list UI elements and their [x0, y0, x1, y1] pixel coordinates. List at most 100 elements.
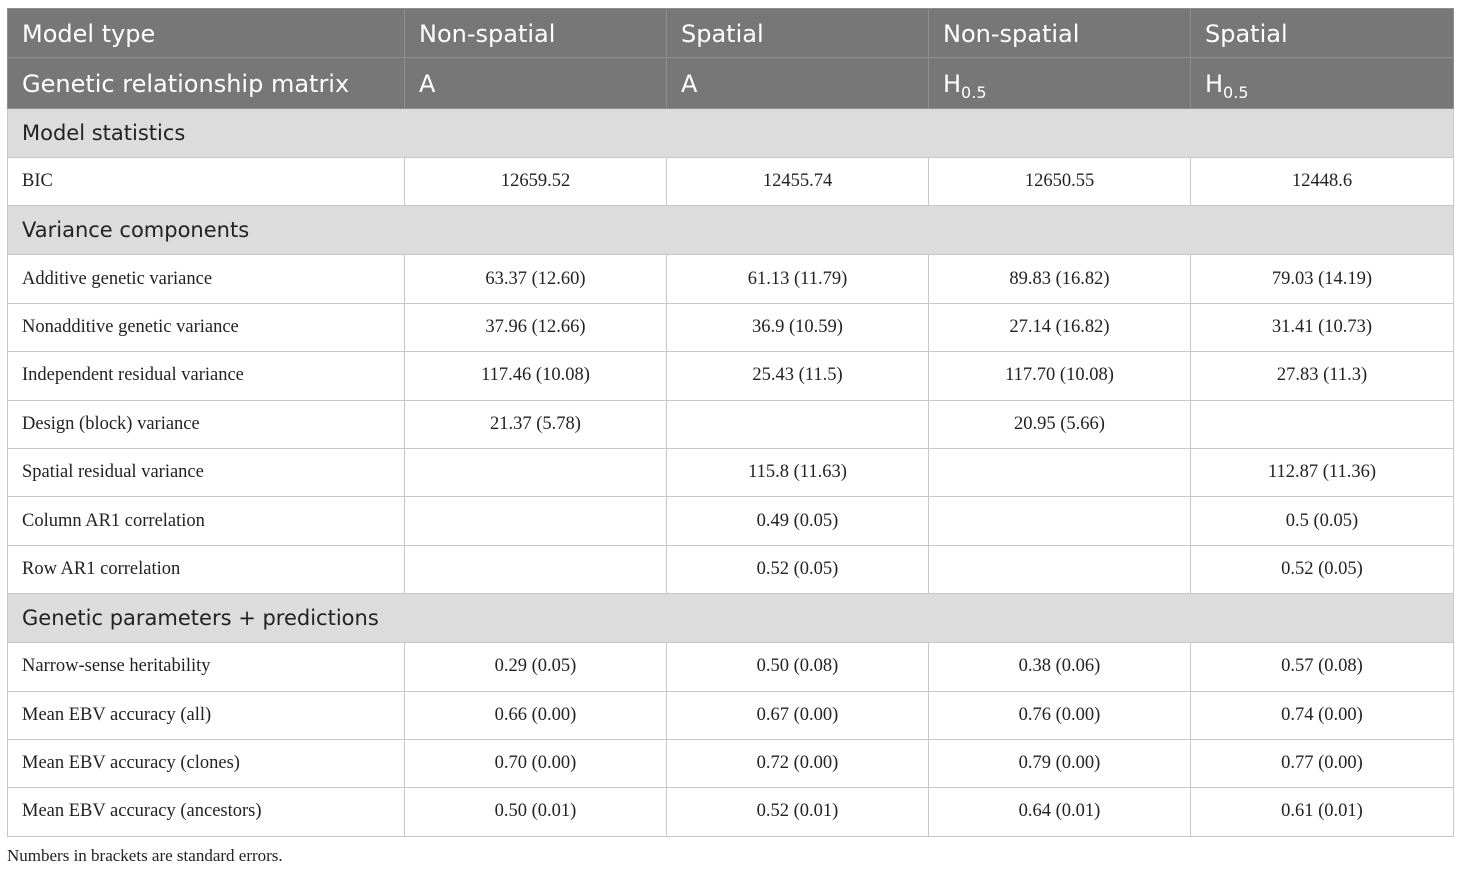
section-title: Genetic parameters + predictions [7, 593, 1454, 644]
value-cell: 0.50 (0.01) [404, 787, 667, 837]
value-cell: 63.37 (12.60) [404, 254, 667, 304]
value-cell: 61.13 (11.79) [666, 254, 929, 304]
value-cell: 115.8 (11.63) [666, 447, 929, 498]
matrix-subscript: 0.5 [961, 83, 987, 102]
value-cell: 0.61 (0.01) [1190, 787, 1454, 837]
row-label: Row AR1 correlation [7, 544, 405, 595]
section-row: Genetic parameters + predictions [7, 593, 1454, 644]
row-label: Narrow-sense heritability [7, 642, 405, 692]
value-cell: 0.5 (0.05) [1190, 496, 1454, 546]
table-row: Mean EBV accuracy (ancestors) 0.50 (0.01)… [7, 787, 1454, 837]
value-cell: 0.76 (0.00) [928, 690, 1191, 740]
value-cell: 112.87 (11.36) [1190, 447, 1454, 498]
row-label: Mean EBV accuracy (clones) [7, 738, 405, 789]
section-title: Variance components [7, 205, 1454, 256]
value-cell: 0.38 (0.06) [928, 642, 1191, 692]
row-label: Independent residual variance [7, 351, 405, 401]
header-cell: A [666, 57, 929, 109]
table-row: Nonadditive genetic variance 37.96 (12.66… [7, 302, 1454, 353]
header-cell: Non-spatial [404, 8, 667, 58]
value-cell: 89.83 (16.82) [928, 254, 1191, 304]
row-label: Design (block) variance [7, 399, 405, 449]
value-cell [666, 399, 929, 449]
matrix-symbol: H [943, 70, 962, 98]
table-row: Mean EBV accuracy (clones) 0.70 (0.00) 0.7… [7, 738, 1454, 789]
value-cell: 79.03 (14.19) [1190, 254, 1454, 304]
value-cell: 37.96 (12.66) [404, 302, 667, 353]
matrix-symbol: H [1205, 70, 1224, 98]
value-cell: 20.95 (5.66) [928, 399, 1191, 449]
table-row: BIC 12659.52 12455.74 12650.55 12448.6 [7, 156, 1454, 207]
value-cell [404, 447, 667, 498]
value-cell: 0.50 (0.08) [666, 642, 929, 692]
table-row: Row AR1 correlation 0.52 (0.05) 0.52 (0.05… [7, 544, 1454, 595]
value-cell: 0.52 (0.05) [1190, 544, 1454, 595]
value-cell: 21.37 (5.78) [404, 399, 667, 449]
table-row: Narrow-sense heritability 0.29 (0.05) 0.50… [7, 642, 1454, 692]
table-header: Model type Non-spatial Spatial Non-spati… [7, 8, 1454, 109]
value-cell: 27.83 (11.3) [1190, 351, 1454, 401]
results-table: Model type Non-spatial Spatial Non-spati… [7, 8, 1454, 837]
value-cell: 0.66 (0.00) [404, 690, 667, 740]
value-cell: 0.74 (0.00) [1190, 690, 1454, 740]
row-label: Column AR1 correlation [7, 496, 405, 546]
table-footnote: Numbers in brackets are standard errors. [7, 846, 283, 865]
table-row: Column AR1 correlation 0.49 (0.05) 0.5 (0.… [7, 496, 1454, 546]
table-row: Independent residual variance 117.46 (10.… [7, 351, 1454, 401]
header-cell: H0.5 [928, 57, 1191, 109]
header-row-model-type: Model type Non-spatial Spatial Non-spati… [7, 8, 1454, 58]
matrix-symbol: A [681, 70, 698, 98]
value-cell: 27.14 (16.82) [928, 302, 1191, 353]
value-cell: 12650.55 [928, 156, 1191, 207]
value-cell: 25.43 (11.5) [666, 351, 929, 401]
value-cell: 0.67 (0.00) [666, 690, 929, 740]
value-cell: 36.9 (10.59) [666, 302, 929, 353]
value-cell: 0.29 (0.05) [404, 642, 667, 692]
table-row: Additive genetic variance 63.37 (12.60) 61… [7, 254, 1454, 304]
header-label: Genetic relationship matrix [7, 57, 405, 109]
row-label: Additive genetic variance [7, 254, 405, 304]
value-cell: 12659.52 [404, 156, 667, 207]
value-cell: 0.79 (0.00) [928, 738, 1191, 789]
section-title: Model statistics [7, 108, 1454, 158]
row-label: Spatial residual variance [7, 447, 405, 498]
value-cell: 12455.74 [666, 156, 929, 207]
row-label: Mean EBV accuracy (ancestors) [7, 787, 405, 837]
value-cell: 0.70 (0.00) [404, 738, 667, 789]
value-cell [928, 447, 1191, 498]
header-cell: H0.5 [1190, 57, 1454, 109]
header-cell: Spatial [1190, 8, 1454, 58]
value-cell [928, 544, 1191, 595]
table-row: Design (block) variance 21.37 (5.78) 20.95… [7, 399, 1454, 449]
value-cell: 0.52 (0.05) [666, 544, 929, 595]
header-cell: Spatial [666, 8, 929, 58]
value-cell: 0.64 (0.01) [928, 787, 1191, 837]
value-cell [404, 496, 667, 546]
header-cell: A [404, 57, 667, 109]
table-body: Model statistics BIC 12659.52 12455.74 12650… [7, 108, 1454, 837]
value-cell: 0.72 (0.00) [666, 738, 929, 789]
value-cell: 0.57 (0.08) [1190, 642, 1454, 692]
value-cell [928, 496, 1191, 546]
value-cell: 12448.6 [1190, 156, 1454, 207]
header-cell: Non-spatial [928, 8, 1191, 58]
header-row-matrix: Genetic relationship matrix A A H0.5 H0.… [7, 57, 1454, 109]
value-cell: 31.41 (10.73) [1190, 302, 1454, 353]
matrix-symbol: A [419, 70, 436, 98]
row-label: Nonadditive genetic variance [7, 302, 405, 353]
section-row: Variance components [7, 205, 1454, 256]
value-cell: 0.77 (0.00) [1190, 738, 1454, 789]
header-label: Model type [7, 8, 405, 58]
section-row: Model statistics [7, 108, 1454, 158]
table-row: Spatial residual variance 115.8 (11.63) 11… [7, 447, 1454, 498]
matrix-subscript: 0.5 [1223, 83, 1249, 102]
value-cell [404, 544, 667, 595]
row-label: BIC [7, 156, 405, 207]
value-cell: 117.70 (10.08) [928, 351, 1191, 401]
value-cell [1190, 399, 1454, 449]
value-cell: 117.46 (10.08) [404, 351, 667, 401]
row-label: Mean EBV accuracy (all) [7, 690, 405, 740]
table-row: Mean EBV accuracy (all) 0.66 (0.00) 0.67 (… [7, 690, 1454, 740]
value-cell: 0.49 (0.05) [666, 496, 929, 546]
value-cell: 0.52 (0.01) [666, 787, 929, 837]
